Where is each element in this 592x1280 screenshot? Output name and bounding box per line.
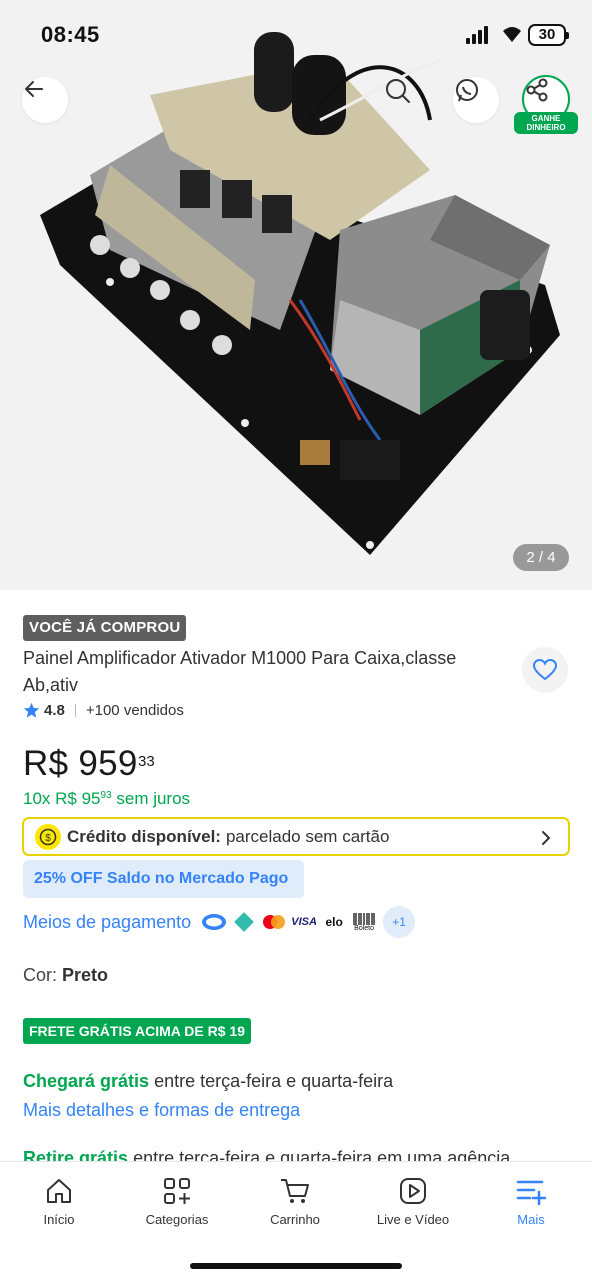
search-button[interactable] bbox=[384, 77, 430, 123]
rating-value: 4.8 bbox=[44, 702, 65, 719]
home-icon bbox=[47, 1179, 71, 1203]
nav-label: Live e Vídeo bbox=[376, 1212, 450, 1227]
nav-label: Mais bbox=[517, 1212, 545, 1227]
already-bought-badge: VOCÊ JÁ COMPROU bbox=[23, 615, 187, 641]
nav-item-live-video[interactable]: Live e Vídeo bbox=[354, 1176, 472, 1227]
rating-divider bbox=[74, 704, 76, 717]
nav-item-cart[interactable]: Carrinho bbox=[236, 1176, 354, 1227]
installments-prefix: 10x R$ 95 bbox=[23, 789, 101, 808]
color-row: Cor: Preto bbox=[23, 965, 108, 986]
payment-methods-row[interactable]: Meios de pagamento VISA elo Boleto +1 bbox=[23, 904, 416, 940]
sold-count: +100 vendidos bbox=[85, 702, 184, 719]
payment-methods-link[interactable]: Meios de pagamento bbox=[23, 912, 191, 933]
product-image-gallery[interactable]: 08:45 30 GANHE DINHEIRO 2 / 4 bbox=[0, 0, 592, 590]
more-payment-methods[interactable]: +1 bbox=[383, 906, 416, 938]
star-icon bbox=[23, 702, 40, 718]
share-icon bbox=[526, 78, 548, 102]
menu-plus-icon bbox=[516, 1180, 547, 1206]
battery-icon: 30 bbox=[528, 24, 569, 46]
nav-label: Categorias bbox=[145, 1212, 209, 1227]
price-cents: 33 bbox=[138, 753, 155, 770]
wifi-icon bbox=[500, 24, 524, 44]
bottom-navigation: Início Categorias Carrinho Live e Vídeo … bbox=[0, 1161, 592, 1280]
installments: 10x R$ 9593 sem juros bbox=[23, 789, 190, 809]
nav-item-categories[interactable]: Categorias bbox=[118, 1176, 236, 1227]
free-shipping-badge: FRETE GRÁTIS ACIMA DE R$ 19 bbox=[23, 1018, 251, 1044]
credit-label: Crédito disponível: bbox=[67, 826, 221, 846]
arrow-left-icon bbox=[25, 81, 43, 97]
video-icon bbox=[400, 1178, 426, 1204]
product-title: Painel Amplificador Ativador M1000 Para … bbox=[23, 648, 457, 695]
heart-icon bbox=[532, 658, 558, 681]
favorite-button[interactable] bbox=[522, 647, 568, 693]
color-value: Preto bbox=[62, 965, 109, 985]
mastercard-icon bbox=[261, 909, 287, 935]
product-photo bbox=[40, 32, 560, 555]
nav-item-more[interactable]: Mais bbox=[472, 1176, 590, 1227]
chevron-right-icon bbox=[542, 831, 551, 845]
earn-money-tag: GANHE DINHEIRO bbox=[514, 112, 578, 134]
installments-cents: 93 bbox=[100, 790, 112, 801]
price-main: R$ 959 bbox=[23, 744, 138, 783]
delivery-info: Chegará grátis entre terça-feira e quart… bbox=[23, 1071, 393, 1092]
categories-icon bbox=[164, 1178, 190, 1204]
whatsapp-icon bbox=[456, 79, 478, 102]
delivery-date-text: entre terça-feira e quarta-feira bbox=[154, 1071, 394, 1091]
installments-suffix: sem juros bbox=[116, 789, 191, 808]
cellular-signal-icon bbox=[466, 26, 492, 44]
image-page-indicator: 2 / 4 bbox=[513, 544, 569, 571]
delivery-free-label: Chegará grátis bbox=[23, 1071, 150, 1091]
delivery-details-link[interactable]: Mais detalhes e formas de entrega bbox=[23, 1100, 300, 1121]
status-time: 08:45 bbox=[41, 22, 100, 47]
svg-text:$: $ bbox=[45, 833, 51, 844]
rating-row[interactable]: 4.8 +100 vendidos bbox=[23, 702, 184, 719]
cart-icon bbox=[281, 1179, 309, 1203]
coin-icon: $ bbox=[35, 823, 61, 850]
status-bar: 08:45 30 bbox=[0, 0, 592, 70]
discount-badge: 25% OFF Saldo no Mercado Pago bbox=[23, 860, 304, 898]
pix-icon bbox=[231, 909, 257, 935]
card-brand-icon bbox=[201, 909, 227, 935]
credit-text: parcelado sem cartão bbox=[225, 826, 390, 846]
search-icon bbox=[386, 79, 410, 103]
home-indicator bbox=[190, 1263, 402, 1269]
credit-available-banner[interactable]: $ Crédito disponível: parcelado sem cart… bbox=[22, 817, 570, 856]
nav-label: Início bbox=[43, 1212, 75, 1227]
color-label: Cor: bbox=[23, 965, 58, 985]
back-button[interactable] bbox=[22, 77, 68, 123]
whatsapp-share-button[interactable] bbox=[453, 77, 499, 123]
nav-item-home[interactable]: Início bbox=[0, 1176, 118, 1227]
visa-icon: VISA bbox=[291, 916, 317, 928]
nav-label: Carrinho bbox=[270, 1212, 320, 1227]
elo-icon: elo bbox=[325, 915, 343, 929]
boleto-label: Boleto bbox=[354, 924, 375, 932]
boleto-icon: Boleto bbox=[351, 909, 377, 935]
